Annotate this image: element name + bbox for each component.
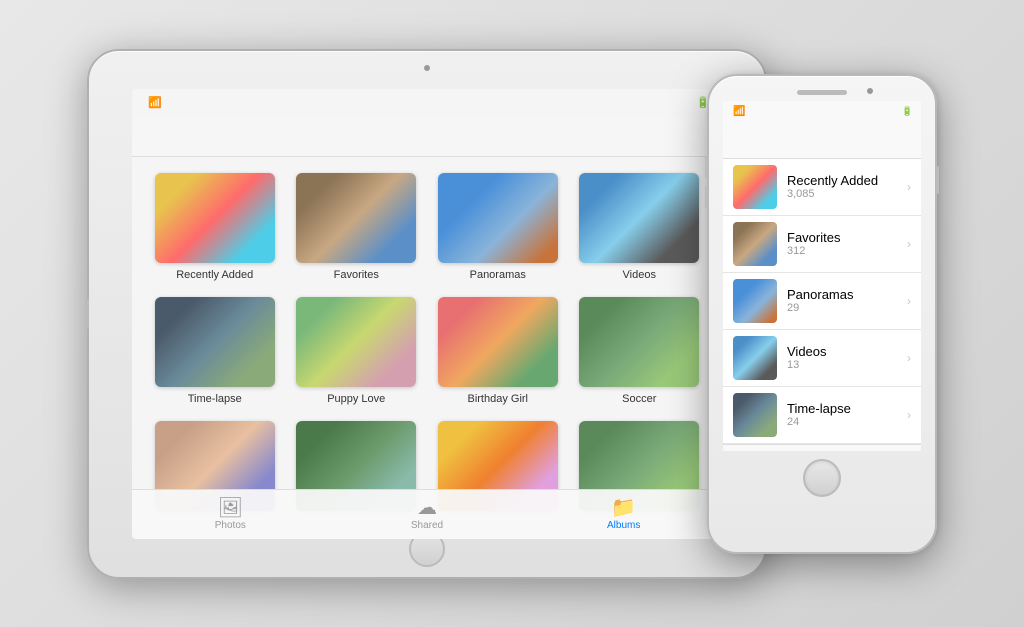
iphone-power-button xyxy=(936,166,939,194)
iphone-album-name-recently-added: Recently Added xyxy=(787,173,907,188)
iphone-album-count-recently-added: 3,085 xyxy=(787,188,907,200)
ipad-album-item-favorites[interactable]: Favorites xyxy=(286,173,428,297)
iphone-chevron-timelapse: › xyxy=(907,408,911,422)
iphone-chevron-favorites: › xyxy=(907,237,911,251)
ipad-album-item-birthday[interactable]: Birthday Girl xyxy=(427,297,569,421)
ipad-album-item-videos[interactable]: Videos xyxy=(569,173,711,297)
ipad-album-item-panoramas[interactable]: Panoramas xyxy=(427,173,569,297)
ipad-tab-albums[interactable]: 📁 Albums xyxy=(525,498,722,531)
iphone-battery-icon: 🔋 xyxy=(902,106,913,117)
iphone-album-count-favorites: 312 xyxy=(787,245,907,257)
iphone-album-thumb-panoramas xyxy=(733,279,777,323)
iphone-album-info-panoramas: Panoramas 29 xyxy=(787,287,907,314)
ipad-camera xyxy=(424,65,430,71)
iphone-album-row-videos[interactable]: Videos 13 › xyxy=(723,330,921,387)
iphone-album-name-timelapse: Time-lapse xyxy=(787,401,907,416)
iphone-speaker xyxy=(797,90,847,95)
ipad-tab-shared[interactable]: ☁ Shared xyxy=(329,498,526,531)
ipad-album-label-birthday: Birthday Girl xyxy=(467,393,528,405)
iphone-vol-down xyxy=(705,186,708,208)
iphone-album-info-videos: Videos 13 xyxy=(787,344,907,371)
iphone-album-count-videos: 13 xyxy=(787,359,907,371)
ipad-album-label-videos: Videos xyxy=(623,269,656,281)
iphone-album-count-timelapse: 24 xyxy=(787,416,907,428)
iphone-camera xyxy=(867,88,873,94)
iphone-vol-up xyxy=(705,156,708,178)
iphone-album-count-panoramas: 29 xyxy=(787,302,907,314)
ipad-album-item-soccer[interactable]: Soccer xyxy=(569,297,711,421)
ipad-album-item-timelapse[interactable]: Time-lapse xyxy=(144,297,286,421)
iphone-nav-bar xyxy=(723,123,921,159)
ipad-album-thumb-birthday xyxy=(438,297,558,387)
iphone-album-info-recently-added: Recently Added 3,085 xyxy=(787,173,907,200)
iphone-chevron-videos: › xyxy=(907,351,911,365)
ipad-device: 📶 🔋 Recently Added Favorites Panoramas V… xyxy=(87,49,767,579)
ipad-album-label-favorites: Favorites xyxy=(334,269,379,281)
ipad-album-label-timelapse: Time-lapse xyxy=(188,393,242,405)
iphone-screen: 📶 🔋 Recently Add xyxy=(723,101,921,451)
ipad-tab-icon-shared: ☁ xyxy=(417,498,437,518)
iphone-album-thumb-timelapse xyxy=(733,393,777,437)
iphone-home-button[interactable] xyxy=(803,459,841,497)
iphone-chevron-panoramas: › xyxy=(907,294,911,308)
ipad-body: 📶 🔋 Recently Added Favorites Panoramas V… xyxy=(87,49,767,579)
iphone-album-info-favorites: Favorites 312 xyxy=(787,230,907,257)
iphone-album-row-favorites[interactable]: Favorites 312 › xyxy=(723,216,921,273)
ipad-tab-label-albums: Albums xyxy=(607,520,640,531)
ipad-album-thumb-recently-added xyxy=(155,173,275,263)
iphone-wifi-icon: 📶 xyxy=(733,106,745,117)
ipad-album-label-soccer: Soccer xyxy=(622,393,656,405)
ipad-album-label-panoramas: Panoramas xyxy=(470,269,526,281)
iphone-album-row-recently-added[interactable]: Recently Added 3,085 › xyxy=(723,159,921,216)
ipad-album-thumb-favorites xyxy=(296,173,416,263)
iphone-album-row-panoramas[interactable]: Panoramas 29 › xyxy=(723,273,921,330)
ipad-album-thumb-videos xyxy=(579,173,699,263)
ipad-screen: 📶 🔋 Recently Added Favorites Panoramas V… xyxy=(132,89,722,539)
iphone-album-row-timelapse[interactable]: Time-lapse 24 › xyxy=(723,387,921,444)
ipad-album-thumb-soccer xyxy=(579,297,699,387)
ipad-tab-label-shared: Shared xyxy=(411,520,443,531)
ipad-tab-bar: 🖼 Photos ☁ Shared 📁 Albums xyxy=(132,489,722,539)
ipad-status-left: 📶 xyxy=(144,96,162,109)
iphone-album-thumb-recently-added xyxy=(733,165,777,209)
ipad-album-thumb-panoramas xyxy=(438,173,558,263)
ipad-nav-bar xyxy=(132,117,722,157)
ipad-album-thumb-puppylove xyxy=(296,297,416,387)
iphone-chevron-recently-added: › xyxy=(907,180,911,194)
iphone-album-list: Recently Added 3,085 › Favorites 312 › P… xyxy=(723,159,921,444)
iphone-status-bar: 📶 🔋 xyxy=(723,101,921,123)
iphone-status-right: 🔋 xyxy=(899,106,913,117)
iphone-album-name-videos: Videos xyxy=(787,344,907,359)
ipad-album-item-puppylove[interactable]: Puppy Love xyxy=(286,297,428,421)
ipad-album-label-recently-added: Recently Added xyxy=(176,269,253,281)
ipad-album-label-puppylove: Puppy Love xyxy=(327,393,385,405)
ipad-tab-label-photos: Photos xyxy=(215,520,246,531)
ipad-tab-icon-albums: 📁 xyxy=(611,498,636,518)
ipad-album-thumb-timelapse xyxy=(155,297,275,387)
iphone-status-left: 📶 xyxy=(731,106,745,117)
ipad-tab-icon-photos: 🖼 xyxy=(218,498,243,518)
ipad-side-button xyxy=(85,299,89,329)
ipad-tab-photos[interactable]: 🖼 Photos xyxy=(132,498,329,531)
iphone-album-info-timelapse: Time-lapse 24 xyxy=(787,401,907,428)
ipad-album-item-recently-added[interactable]: Recently Added xyxy=(144,173,286,297)
ipad-status-bar: 📶 🔋 xyxy=(132,89,722,117)
ipad-albums-grid: Recently Added Favorites Panoramas Video… xyxy=(132,157,722,533)
iphone-body: 📶 🔋 Recently Add xyxy=(707,74,937,554)
iphone-tab-bar: 🖼 Photos ☁ Shared 📁 Albums xyxy=(723,444,921,451)
iphone-device: 📶 🔋 Recently Add xyxy=(707,74,937,554)
iphone-album-name-panoramas: Panoramas xyxy=(787,287,907,302)
iphone-album-thumb-videos xyxy=(733,336,777,380)
ipad-wifi-icon: 📶 xyxy=(148,96,162,109)
iphone-album-thumb-favorites xyxy=(733,222,777,266)
iphone-album-name-favorites: Favorites xyxy=(787,230,907,245)
